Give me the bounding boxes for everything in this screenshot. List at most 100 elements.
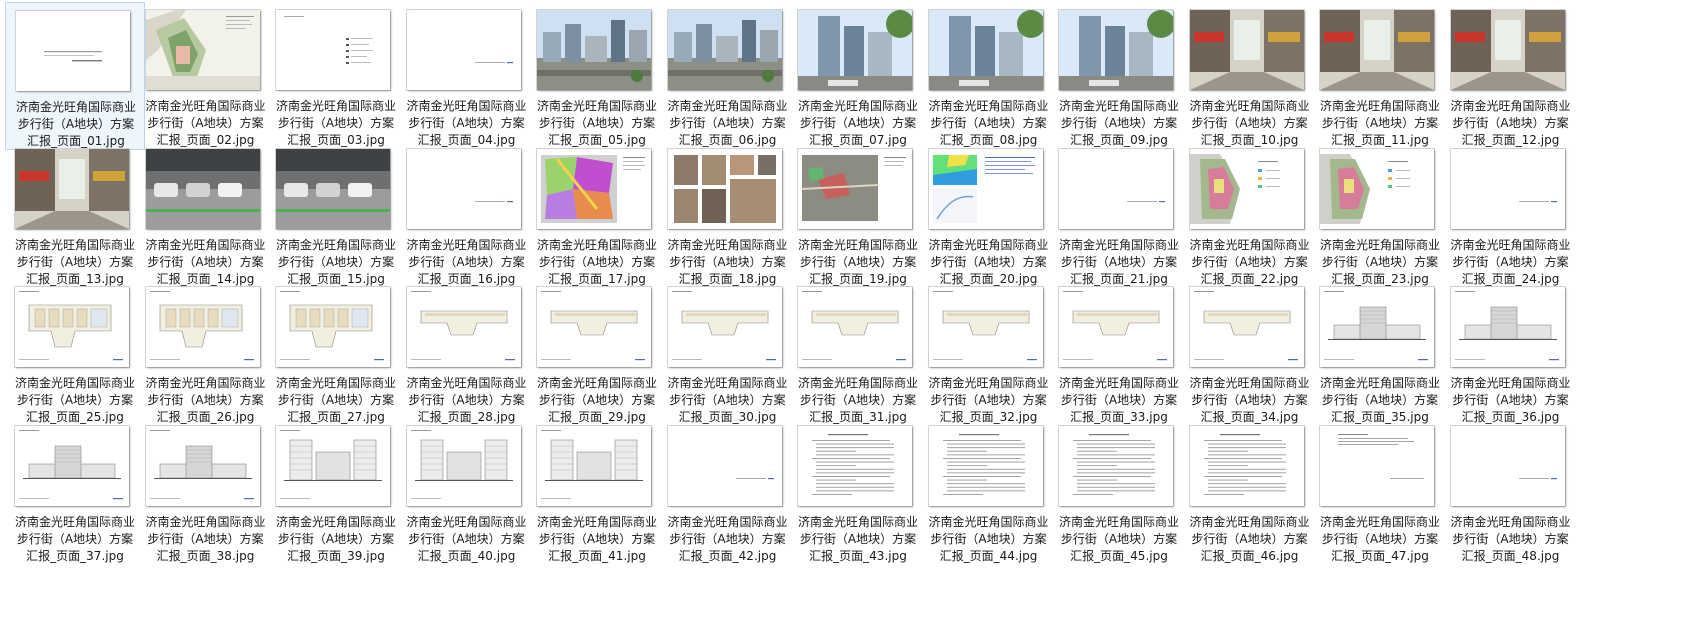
file-item[interactable]: 济南金光旺角国际商业 步行街（A地块）方案 汇报_页面_14.jpg <box>136 141 276 289</box>
file-item[interactable]: 济南金光旺角国际商业 步行街（A地块）方案 汇报_页面_17.jpg <box>527 141 667 289</box>
file-name[interactable]: 济南金光旺角国际商业 步行街（A地块）方案 汇报_页面_44.jpg <box>919 514 1059 565</box>
file-item[interactable]: 济南金光旺角国际商业 步行街（A地块）方案 汇报_页面_03.jpg <box>266 2 406 150</box>
file-thumbnail[interactable] <box>1189 148 1304 229</box>
file-name[interactable]: 济南金光旺角国际商业 步行街（A地块）方案 汇报_页面_42.jpg <box>658 514 798 565</box>
file-thumbnail[interactable] <box>1320 10 1434 90</box>
file-item[interactable]: 济南金光旺角国际商业 步行街（A地块）方案 汇报_页面_35.jpg <box>1310 279 1450 427</box>
file-item[interactable]: 济南金光旺角国际商业 步行街（A地块）方案 汇报_页面_25.jpg <box>5 279 145 427</box>
file-thumbnail[interactable] <box>537 10 651 90</box>
file-thumbnail[interactable] <box>276 148 390 229</box>
file-thumbnail[interactable] <box>928 425 1043 506</box>
file-item[interactable]: 济南金光旺角国际商业 步行街（A地块）方案 汇报_页面_22.jpg <box>1180 141 1320 289</box>
file-item[interactable]: 济南金光旺角国际商业 步行街（A地块）方案 汇报_页面_02.jpg <box>136 2 276 150</box>
file-item[interactable]: 济南金光旺角国际商业 步行街（A地块）方案 汇报_页面_47.jpg <box>1310 418 1450 566</box>
file-thumbnail[interactable] <box>276 10 390 90</box>
file-name[interactable]: 济南金光旺角国际商业 步行街（A地块）方案 汇报_页面_45.jpg <box>1049 514 1189 565</box>
file-item[interactable]: 济南金光旺角国际商业 步行街（A地块）方案 汇报_页面_07.jpg <box>788 2 928 150</box>
file-name[interactable]: 济南金光旺角国际商业 步行街（A地块）方案 汇报_页面_48.jpg <box>1441 514 1581 565</box>
file-item[interactable]: 济南金光旺角国际商业 步行街（A地块）方案 汇报_页面_40.jpg <box>397 418 537 566</box>
file-item[interactable]: 济南金光旺角国际商业 步行街（A地块）方案 汇报_页面_16.jpg <box>397 141 537 289</box>
file-item[interactable]: 济南金光旺角国际商业 步行街（A地块）方案 汇报_页面_20.jpg <box>919 141 1059 289</box>
file-thumbnail[interactable] <box>1189 287 1304 367</box>
file-thumbnail[interactable] <box>798 148 912 229</box>
file-thumbnail[interactable] <box>16 11 130 91</box>
file-thumbnail[interactable] <box>145 148 260 229</box>
file-thumbnail[interactable] <box>798 10 912 90</box>
file-item[interactable]: 济南金光旺角国际商业 步行街（A地块）方案 汇报_页面_31.jpg <box>788 279 928 427</box>
file-item[interactable]: 济南金光旺角国际商业 步行街（A地块）方案 汇报_页面_11.jpg <box>1310 2 1450 150</box>
file-thumbnail[interactable] <box>667 10 782 90</box>
file-name[interactable]: 济南金光旺角国际商业 步行街（A地块）方案 汇报_页面_38.jpg <box>136 514 276 565</box>
file-thumbnail[interactable] <box>928 287 1043 367</box>
file-thumbnail[interactable] <box>406 287 521 367</box>
file-thumbnail[interactable] <box>1450 148 1565 229</box>
file-thumbnail[interactable] <box>1450 425 1565 506</box>
file-thumbnail[interactable] <box>1059 148 1173 229</box>
file-item[interactable]: 济南金光旺角国际商业 步行街（A地块）方案 汇报_页面_30.jpg <box>658 279 798 427</box>
file-name[interactable]: 济南金光旺角国际商业 步行街（A地块）方案 汇报_页面_46.jpg <box>1180 514 1320 565</box>
file-item[interactable]: 济南金光旺角国际商业 步行街（A地块）方案 汇报_页面_39.jpg <box>266 418 406 566</box>
file-thumbnail[interactable] <box>276 287 390 367</box>
file-thumbnail[interactable] <box>928 10 1043 90</box>
file-thumbnail[interactable] <box>1320 425 1434 506</box>
file-item[interactable]: 济南金光旺角国际商业 步行街（A地块）方案 汇报_页面_18.jpg <box>658 141 798 289</box>
file-thumbnail[interactable] <box>145 425 260 506</box>
file-thumbnail[interactable] <box>667 148 782 229</box>
file-thumbnail[interactable] <box>145 287 260 367</box>
file-item[interactable]: 济南金光旺角国际商业 步行街（A地块）方案 汇报_页面_44.jpg <box>919 418 1059 566</box>
file-name[interactable]: 济南金光旺角国际商业 步行街（A地块）方案 汇报_页面_37.jpg <box>5 514 145 565</box>
file-item[interactable]: 济南金光旺角国际商业 步行街（A地块）方案 汇报_页面_34.jpg <box>1180 279 1320 427</box>
file-name[interactable]: 济南金光旺角国际商业 步行街（A地块）方案 汇报_页面_41.jpg <box>527 514 667 565</box>
file-thumbnail[interactable] <box>15 287 129 367</box>
file-thumbnail[interactable] <box>1189 10 1304 90</box>
file-thumbnail[interactable] <box>1450 287 1565 367</box>
file-item[interactable]: 济南金光旺角国际商业 步行街（A地块）方案 汇报_页面_38.jpg <box>136 418 276 566</box>
file-thumbnail[interactable] <box>1059 425 1173 506</box>
file-item[interactable]: 济南金光旺角国际商业 步行街（A地块）方案 汇报_页面_29.jpg <box>527 279 667 427</box>
file-item[interactable]: 济南金光旺角国际商业 步行街（A地块）方案 汇报_页面_36.jpg <box>1441 279 1581 427</box>
file-thumbnail[interactable] <box>798 425 912 506</box>
file-item[interactable]: 济南金光旺角国际商业 步行街（A地块）方案 汇报_页面_45.jpg <box>1049 418 1189 566</box>
file-thumbnail[interactable] <box>145 10 260 90</box>
file-item[interactable]: 济南金光旺角国际商业 步行街（A地块）方案 汇报_页面_42.jpg <box>658 418 798 566</box>
file-name[interactable]: 济南金光旺角国际商业 步行街（A地块）方案 汇报_页面_39.jpg <box>266 514 406 565</box>
file-thumbnail[interactable] <box>1450 10 1565 90</box>
file-name[interactable]: 济南金光旺角国际商业 步行街（A地块）方案 汇报_页面_43.jpg <box>788 514 928 565</box>
file-thumbnail[interactable] <box>1189 425 1304 506</box>
file-name[interactable]: 济南金光旺角国际商业 步行街（A地块）方案 汇报_页面_47.jpg <box>1310 514 1450 565</box>
file-item[interactable]: 济南金光旺角国际商业 步行街（A地块）方案 汇报_页面_12.jpg <box>1441 2 1581 150</box>
file-item[interactable]: 济南金光旺角国际商业 步行街（A地块）方案 汇报_页面_08.jpg <box>919 2 1059 150</box>
file-item[interactable]: 济南金光旺角国际商业 步行街（A地块）方案 汇报_页面_32.jpg <box>919 279 1059 427</box>
file-item[interactable]: 济南金光旺角国际商业 步行街（A地块）方案 汇报_页面_43.jpg <box>788 418 928 566</box>
file-thumbnail[interactable] <box>537 425 651 506</box>
file-item[interactable]: 济南金光旺角国际商业 步行街（A地块）方案 汇报_页面_13.jpg <box>5 141 145 289</box>
file-thumbnail[interactable] <box>928 148 1043 229</box>
file-thumbnail[interactable] <box>406 10 521 90</box>
file-item[interactable]: 济南金光旺角国际商业 步行街（A地块）方案 汇报_页面_01.jpg <box>5 2 145 150</box>
file-thumbnail[interactable] <box>667 287 782 367</box>
file-thumbnail[interactable] <box>1059 10 1173 90</box>
file-item[interactable]: 济南金光旺角国际商业 步行街（A地块）方案 汇报_页面_05.jpg <box>527 2 667 150</box>
file-item[interactable]: 济南金光旺角国际商业 步行街（A地块）方案 汇报_页面_46.jpg <box>1180 418 1320 566</box>
file-item[interactable]: 济南金光旺角国际商业 步行街（A地块）方案 汇报_页面_48.jpg <box>1441 418 1581 566</box>
file-name[interactable]: 济南金光旺角国际商业 步行街（A地块）方案 汇报_页面_40.jpg <box>397 514 537 565</box>
file-thumbnail[interactable] <box>537 287 651 367</box>
file-item[interactable]: 济南金光旺角国际商业 步行街（A地块）方案 汇报_页面_24.jpg <box>1441 141 1581 289</box>
file-item[interactable]: 济南金光旺角国际商业 步行街（A地块）方案 汇报_页面_23.jpg <box>1310 141 1450 289</box>
file-thumbnail[interactable] <box>15 425 129 506</box>
file-item[interactable]: 济南金光旺角国际商业 步行街（A地块）方案 汇报_页面_10.jpg <box>1180 2 1320 150</box>
file-thumbnail[interactable] <box>406 148 521 229</box>
file-thumbnail[interactable] <box>276 425 390 506</box>
file-item[interactable]: 济南金光旺角国际商业 步行街（A地块）方案 汇报_页面_33.jpg <box>1049 279 1189 427</box>
file-thumbnail[interactable] <box>1320 287 1434 367</box>
file-item[interactable]: 济南金光旺角国际商业 步行街（A地块）方案 汇报_页面_21.jpg <box>1049 141 1189 289</box>
file-thumbnail[interactable] <box>1059 287 1173 367</box>
file-thumbnail[interactable] <box>1320 148 1434 229</box>
file-thumbnail[interactable] <box>537 148 651 229</box>
file-thumbnail[interactable] <box>667 425 782 506</box>
file-thumbnail[interactable] <box>798 287 912 367</box>
file-item[interactable]: 济南金光旺角国际商业 步行街（A地块）方案 汇报_页面_06.jpg <box>658 2 798 150</box>
file-item[interactable]: 济南金光旺角国际商业 步行街（A地块）方案 汇报_页面_37.jpg <box>5 418 145 566</box>
file-item[interactable]: 济南金光旺角国际商业 步行街（A地块）方案 汇报_页面_41.jpg <box>527 418 667 566</box>
file-item[interactable]: 济南金光旺角国际商业 步行街（A地块）方案 汇报_页面_26.jpg <box>136 279 276 427</box>
